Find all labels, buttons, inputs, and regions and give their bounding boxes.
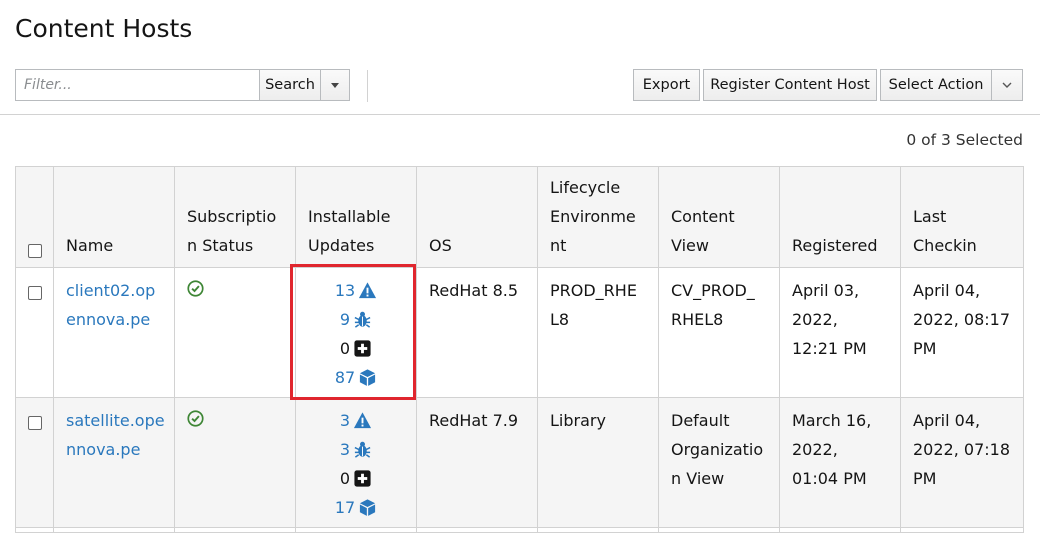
enhancement-errata[interactable]: 0 [308,464,404,493]
plus-square-icon [354,340,371,357]
enhancement-count: 0 [339,469,351,488]
divider [0,114,1040,115]
row-select-cell [15,397,54,528]
column-header-installable-updates: Installable Updates [295,166,417,268]
lifecycle-cell: PROD_RHE L8 [537,267,659,398]
packages-count[interactable]: 87 [335,363,355,392]
enhancement-count: 0 [339,339,351,358]
registered-cell: March 16, 2022, 01:04 PM [779,397,901,528]
security-count[interactable]: 13 [335,276,355,305]
row-checkbox[interactable] [27,285,42,300]
page-title: Content Hosts [15,14,193,43]
column-header-subscription-status: Subscriptio n Status [174,166,296,268]
registered-cell: April 03, 2022, 12:21 PM [779,267,901,398]
bug-icon [354,441,371,458]
column-header-registered[interactable]: Registered [779,166,901,268]
os-cell: RedHat 8.5 [416,267,538,398]
table-row: satellite.ope nnova.pe 3 3 0 17 RedHat 7… [15,397,1024,528]
plus-square-icon [354,470,371,487]
enhancement-errata[interactable]: 0 [308,334,404,363]
check-circle-icon [187,410,204,427]
select-action-toggle[interactable] [991,69,1023,101]
chevron-down-icon [1002,82,1012,88]
column-header-os[interactable]: OS [416,166,538,268]
package-cube-icon [360,499,376,516]
bugfix-errata[interactable]: 3 [308,435,404,464]
bugfix-count[interactable]: 9 [340,305,350,334]
table-row [15,527,1024,533]
select-all-cell [15,166,54,268]
select-all-checkbox[interactable] [27,243,42,258]
package-updates[interactable]: 17 [308,493,404,522]
caret-down-icon [331,82,339,88]
host-name-link[interactable]: client02.op ennova.pe [66,281,155,329]
package-cube-icon [360,369,376,386]
column-header-last-checkin[interactable]: Last Checkin [900,166,1024,268]
host-name-link[interactable]: satellite.ope nnova.pe [66,411,165,459]
last-checkin-cell: April 04, 2022, 07:18 PM [900,397,1024,528]
content-view-cell: Default Organizatio n View [658,397,780,528]
export-button[interactable]: Export [633,69,700,101]
filter-input[interactable] [15,69,260,101]
search-options-button[interactable] [320,69,350,101]
table-header-row: Name Subscriptio n Status Installable Up… [15,166,1024,268]
select-action-button[interactable]: Select Action [880,69,992,101]
register-content-host-button[interactable]: Register Content Host [703,69,877,101]
search-button[interactable]: Search [259,69,321,101]
packages-count[interactable]: 17 [335,493,355,522]
table-row: client02.op ennova.pe 13 9 0 87 RedHat 8… [15,267,1024,398]
toolbar: Search Export Register Content Host Sele… [15,68,1023,102]
security-errata[interactable]: 3 [308,406,404,435]
column-header-name[interactable]: Name [53,166,175,268]
security-errata[interactable]: 13 [308,276,404,305]
os-cell: RedHat 7.9 [416,397,538,528]
warning-triangle-icon [359,282,377,299]
selection-count: 0 of 3 Selected [906,131,1023,149]
toolbar-divider [367,70,368,102]
check-circle-icon [187,280,204,297]
row-checkbox[interactable] [27,415,42,430]
content-view-cell: CV_PROD_ RHEL8 [658,267,780,398]
bugfix-errata[interactable]: 9 [308,305,404,334]
warning-triangle-icon [354,412,372,429]
last-checkin-cell: April 04, 2022, 08:17 PM [900,267,1024,398]
security-count[interactable]: 3 [340,406,350,435]
column-header-content-view[interactable]: Content View [658,166,780,268]
package-updates[interactable]: 87 [308,363,404,392]
bug-icon [354,311,371,328]
column-header-lifecycle[interactable]: Lifecycle Environme nt [537,166,659,268]
lifecycle-cell: Library [537,397,659,528]
bugfix-count[interactable]: 3 [340,435,350,464]
row-select-cell [15,267,54,398]
content-hosts-table: Name Subscriptio n Status Installable Up… [15,166,1024,533]
